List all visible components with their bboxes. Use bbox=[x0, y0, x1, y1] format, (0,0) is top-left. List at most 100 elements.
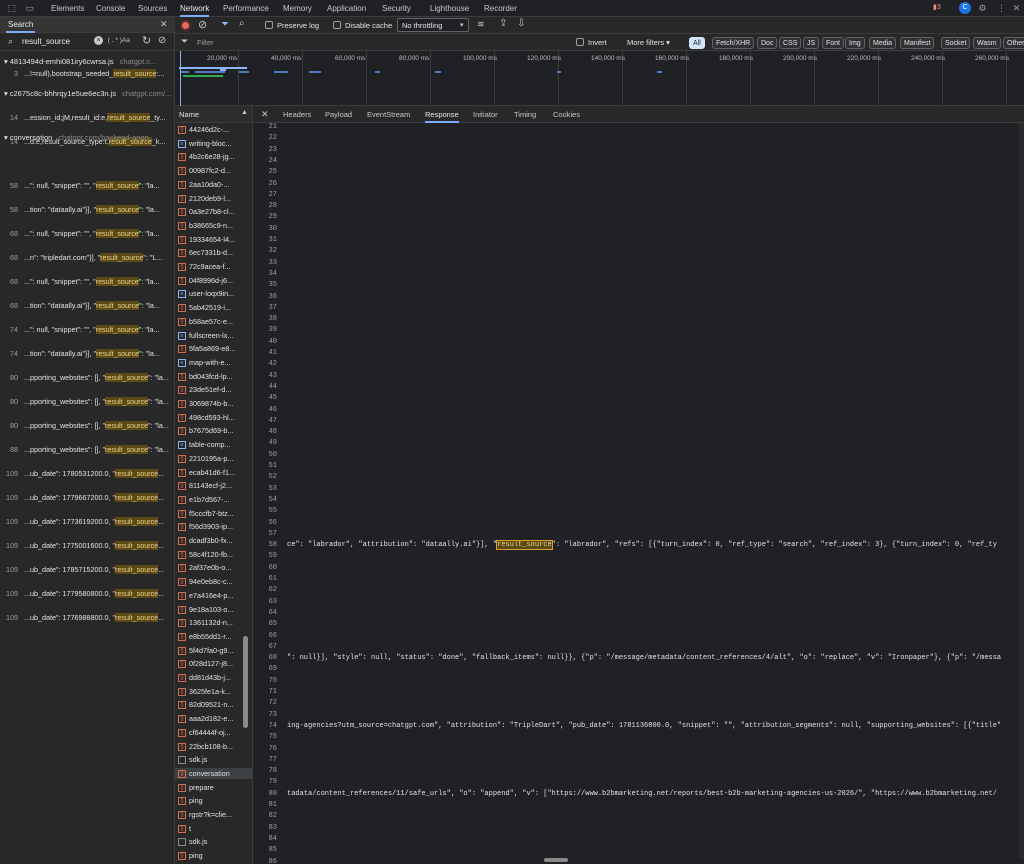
request-row[interactable]: {} 2120deb9-l... bbox=[175, 193, 252, 204]
search-result-line[interactable]: 80 ...pporting_websites": [], "result_sou… bbox=[0, 372, 175, 384]
request-row[interactable]: {} f5cccfb7-btz... bbox=[175, 508, 252, 519]
request-row[interactable]: {} 72c9acea-f... bbox=[175, 261, 252, 272]
filter-type-img[interactable]: Img bbox=[845, 37, 865, 49]
request-row[interactable]: {} f56d3903-ip... bbox=[175, 521, 252, 532]
request-row[interactable]: {} b7675d69-b... bbox=[175, 425, 252, 436]
response-body[interactable]: 21 22 23 24 25 26 27 28 29 30 31 32 33 34 35 36 37 38 39 40… bbox=[253, 123, 1024, 864]
request-row[interactable]: {} dcadf3b0-fx... bbox=[175, 535, 252, 546]
filter-type-css[interactable]: CSS bbox=[779, 37, 802, 49]
filter-type-socket[interactable]: Socket bbox=[941, 37, 971, 49]
request-row[interactable]: {} 1361132d-n... bbox=[175, 617, 252, 628]
request-row[interactable]: {} 5fa5a869-e8... bbox=[175, 343, 252, 354]
request-row[interactable]: {} b38665c9-n... bbox=[175, 220, 252, 231]
request-row[interactable]: {} b58ae57c-e... bbox=[175, 316, 252, 327]
device-toolbar-icon[interactable]: ▭ bbox=[24, 3, 35, 14]
filter-type-wasm[interactable]: Wasm bbox=[973, 37, 1001, 49]
export-har-icon[interactable]: ⇩ bbox=[517, 18, 525, 29]
request-row[interactable]: {} dd81d43b-j... bbox=[175, 672, 252, 683]
search-network-icon[interactable]: ⌕ bbox=[239, 18, 245, 29]
throttling-select[interactable]: No throttling ▾ bbox=[397, 18, 469, 32]
import-har-icon[interactable]: ⇪ bbox=[499, 18, 507, 29]
request-row[interactable]: {} e1b7d567-... bbox=[175, 494, 252, 505]
close-devtools-icon[interactable]: ✕ bbox=[1011, 3, 1022, 14]
tab-security[interactable]: Security bbox=[382, 0, 411, 17]
search-result-line[interactable]: 68 ...": null, "snippet": "", "result_sou… bbox=[0, 276, 175, 288]
search-result-file[interactable]: ▾ 4813494d-emhi081iry6cwrsa.js chatgpt.c..… bbox=[0, 56, 175, 67]
tab-memory[interactable]: Memory bbox=[283, 0, 312, 17]
search-result-line[interactable]: 74 ...": null, "snippet": "", "result_sou… bbox=[0, 324, 175, 336]
request-row[interactable]: {} conversation bbox=[175, 767, 252, 779]
request-row[interactable]: {} 9e18a103-o... bbox=[175, 604, 252, 615]
search-result-line[interactable]: 109 ...ub_date": 1780531200.0, "result_so… bbox=[0, 468, 175, 480]
profile-icon[interactable]: C bbox=[959, 2, 971, 14]
request-row[interactable]: {} e8b55dd1-r... bbox=[175, 631, 252, 642]
request-row[interactable]: {} 2af37e0b-o... bbox=[175, 562, 252, 573]
filter-type-media[interactable]: Media bbox=[869, 37, 897, 49]
request-row[interactable]: {} e7a416e4-p... bbox=[175, 590, 252, 601]
search-result-line[interactable]: 109 ...ub_date": 1779580800.0, "result_so… bbox=[0, 588, 175, 600]
request-row[interactable]: {} 0a3e27b8-cl... bbox=[175, 206, 252, 217]
tab-payload[interactable]: Payload bbox=[325, 106, 352, 123]
response-horizontal-scrollbar[interactable] bbox=[544, 858, 568, 862]
request-row[interactable]: ≡ writing-bloc... bbox=[175, 138, 252, 149]
request-row[interactable]: {} ping bbox=[175, 850, 252, 861]
request-list-scrollbar[interactable] bbox=[243, 636, 248, 728]
request-row[interactable]: {} 5f4d7fa0-g9... bbox=[175, 645, 252, 656]
tab-eventstream[interactable]: EventStream bbox=[367, 106, 410, 123]
network-conditions-icon[interactable]: ≋ bbox=[477, 19, 485, 30]
request-row[interactable]: ≡ user-loqx9in... bbox=[175, 288, 252, 299]
settings-icon[interactable]: ⚙ bbox=[977, 3, 988, 14]
search-drawer-title[interactable]: Search bbox=[6, 17, 36, 33]
tab-headers[interactable]: Headers bbox=[283, 106, 311, 123]
tab-performance[interactable]: Performance bbox=[223, 0, 269, 17]
search-result-line[interactable]: 109 ...ub_date": 1773619200.0, "result_so… bbox=[0, 516, 175, 528]
close-details-icon[interactable]: ✕ bbox=[261, 109, 269, 120]
clear-search-icon[interactable]: × bbox=[94, 36, 103, 45]
request-row[interactable]: {} 0f28d127-j8... bbox=[175, 658, 252, 669]
search-result-line[interactable]: 80 ...pporting_websites": [], "result_sou… bbox=[0, 420, 175, 432]
request-row[interactable]: ≡ map-with-e... bbox=[175, 357, 252, 368]
request-row[interactable]: {} ping bbox=[175, 795, 252, 806]
inspect-element-icon[interactable]: ⬚ bbox=[6, 3, 17, 14]
search-result-line[interactable]: 68 ...tion": "dataally.ai"}], "result_sou… bbox=[0, 300, 175, 312]
invert-checkbox[interactable] bbox=[576, 38, 584, 46]
request-row[interactable]: {} aaa2d182-e... bbox=[175, 713, 252, 724]
tab-console[interactable]: Console bbox=[96, 0, 125, 17]
issues-icon[interactable]: ▮3 bbox=[933, 2, 946, 14]
search-result-line[interactable]: 88 ...pporting_websites": [], "result_sou… bbox=[0, 444, 175, 456]
search-result-line[interactable]: 3 ...!=null),bootstrap_seeded_result_sour… bbox=[0, 68, 175, 80]
request-row[interactable]: {} 58c4f120-fb... bbox=[175, 549, 252, 560]
response-scrollbar-track[interactable] bbox=[1019, 123, 1024, 858]
request-row[interactable]: {} 04f8996d-j6... bbox=[175, 275, 252, 286]
request-row[interactable]: {} 5ab42519-i... bbox=[175, 302, 252, 313]
name-column-header[interactable]: Name bbox=[179, 110, 199, 119]
request-row[interactable]: {} prepare bbox=[175, 782, 252, 793]
search-result-file[interactable]: ▾ c2675c8c-bhhrqy1e5ue6ec3n.js chatgpt.com… bbox=[0, 88, 175, 99]
refresh-search-icon[interactable]: ↻ bbox=[142, 34, 151, 47]
request-row[interactable]: {} 498cd593-hl... bbox=[175, 412, 252, 423]
filter-type-fetchxhr[interactable]: Fetch/XHR bbox=[712, 37, 755, 49]
tab-lighthouse[interactable]: Lighthouse bbox=[430, 0, 469, 17]
request-row[interactable]: {} 81143ecf-j2... bbox=[175, 480, 252, 491]
tab-network[interactable]: Network bbox=[180, 0, 210, 17]
search-result-line[interactable]: 14 ...ession_id;jM,result_id:e,result_sou… bbox=[0, 112, 175, 124]
search-result-line[interactable]: 58 ...": null, "snippet": "", "result_sou… bbox=[0, 180, 175, 192]
search-result-line[interactable]: 80 ...pporting_websites": [], "result_sou… bbox=[0, 396, 175, 408]
tab-response[interactable]: Response bbox=[425, 106, 459, 123]
request-row[interactable]: {} 23de51ef-d... bbox=[175, 384, 252, 395]
request-row[interactable]: {} 3069874b-b... bbox=[175, 398, 252, 409]
request-row[interactable]: ≡ fullscreen-lx... bbox=[175, 330, 252, 341]
filter-input[interactable]: Filter bbox=[197, 38, 214, 47]
request-row[interactable]: {} 3625fe1a-k... bbox=[175, 686, 252, 697]
clear-results-icon[interactable]: ⊘ bbox=[158, 35, 166, 46]
search-result-line[interactable]: 109 ...ub_date": 1785715200.0, "result_so… bbox=[0, 564, 175, 576]
preserve-log-checkbox[interactable] bbox=[265, 21, 273, 29]
search-input[interactable]: result_source bbox=[22, 37, 70, 46]
record-button[interactable] bbox=[180, 20, 191, 31]
request-row[interactable]: {} 82d09521-n... bbox=[175, 699, 252, 710]
disable-cache-checkbox[interactable] bbox=[333, 21, 341, 29]
search-result-line[interactable]: 74 ...tion": "dataally.ai"}], "result_sou… bbox=[0, 348, 175, 360]
request-row[interactable]: {} bd043fcd-lp... bbox=[175, 371, 252, 382]
request-row[interactable]: {} cf64444f-oj... bbox=[175, 727, 252, 738]
search-result-line[interactable]: 109 ...ub_date": 1776988800.0, "result_so… bbox=[0, 612, 175, 624]
